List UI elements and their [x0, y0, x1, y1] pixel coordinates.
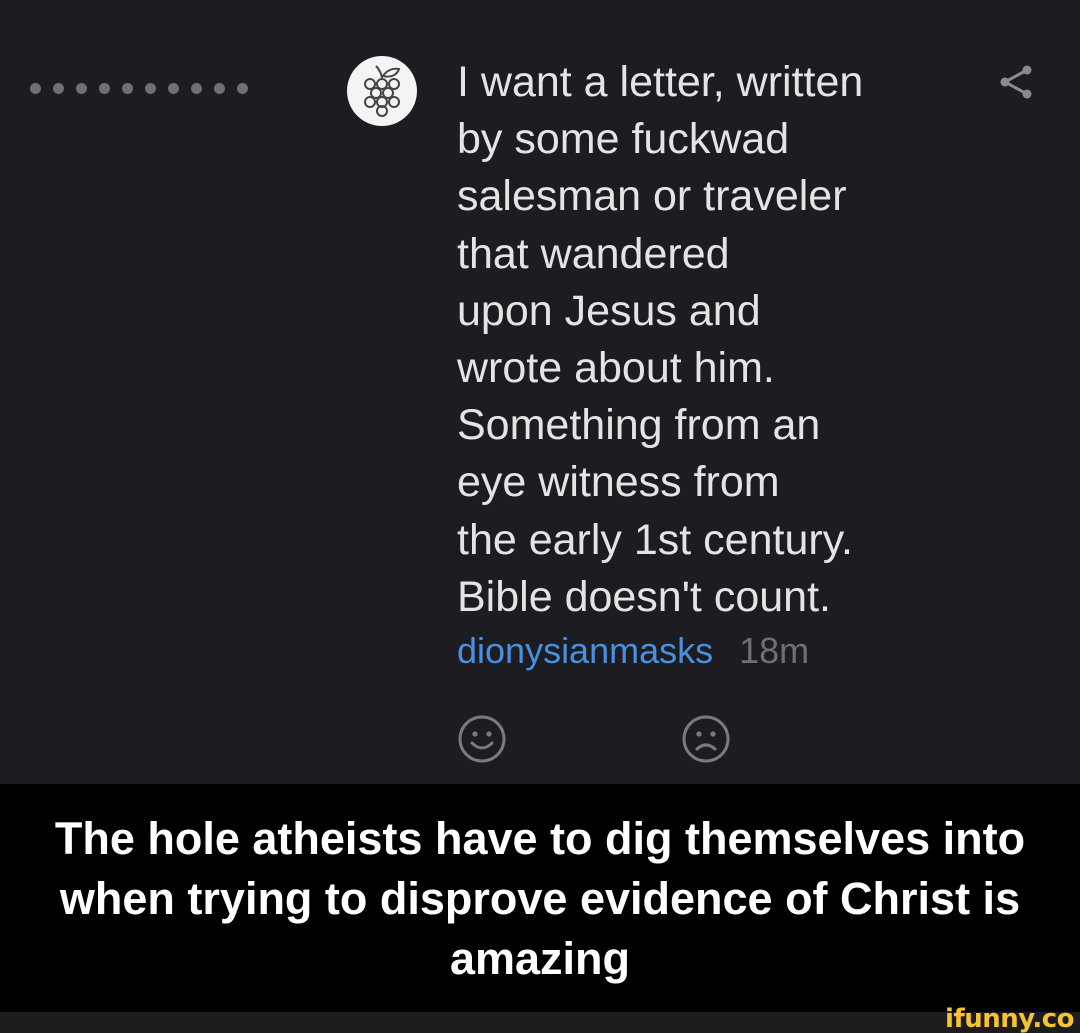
- depth-dot: [168, 83, 179, 94]
- comment-meta: dionysianmasks 18m: [457, 628, 809, 674]
- watermark: ifunny.co: [945, 1004, 1074, 1033]
- depth-dot: [99, 83, 110, 94]
- avatar[interactable]: [347, 56, 417, 126]
- depth-dot: [237, 83, 248, 94]
- meme-caption: The hole atheists have to dig themselves…: [0, 784, 1080, 1014]
- depth-dot: [145, 83, 156, 94]
- sad-face-icon: [682, 715, 730, 763]
- comment-card: I want a letter, written by some fuckwad…: [0, 0, 1080, 784]
- depth-dot: [214, 83, 225, 94]
- share-icon: [1000, 65, 1032, 99]
- smiley-face-icon: [458, 715, 506, 763]
- comment-text: I want a letter, written by some fuckwad…: [457, 58, 864, 621]
- depth-dot: [191, 83, 202, 94]
- footer-bar: [0, 1012, 1080, 1033]
- meme-image: I want a letter, written by some fuckwad…: [0, 0, 1080, 1033]
- depth-dot: [122, 83, 133, 94]
- smile-reaction-button[interactable]: [457, 714, 507, 764]
- reply-depth-indicator: [30, 83, 248, 94]
- depth-dot: [76, 83, 87, 94]
- frown-reaction-button[interactable]: [681, 714, 731, 764]
- timestamp: 18m: [739, 630, 810, 671]
- depth-dot: [30, 83, 41, 94]
- grapes-icon: [364, 65, 401, 117]
- share-button[interactable]: [996, 62, 1036, 102]
- caption-text: The hole atheists have to dig themselves…: [54, 813, 1026, 984]
- depth-dot: [53, 83, 64, 94]
- author-link[interactable]: dionysianmasks: [457, 630, 713, 671]
